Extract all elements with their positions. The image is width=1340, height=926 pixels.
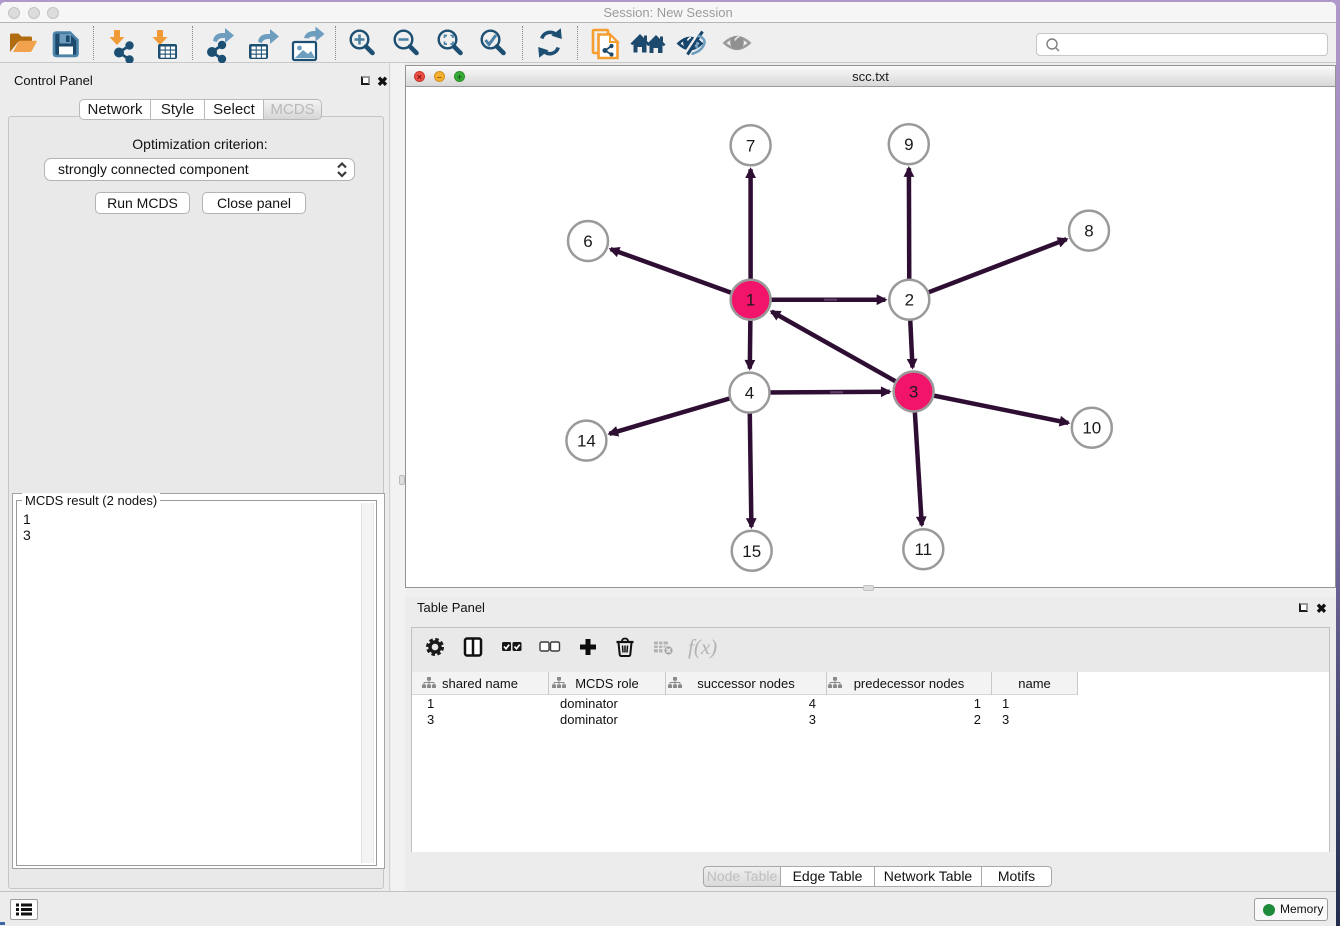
svg-text:7: 7 (746, 136, 755, 155)
svg-text:10: 10 (1082, 419, 1101, 438)
svg-text:4: 4 (745, 384, 754, 403)
svg-text:15: 15 (742, 542, 761, 561)
svg-text:14: 14 (577, 432, 596, 451)
svg-text:f(x): f(x) (688, 635, 717, 659)
svg-text:2: 2 (905, 291, 914, 310)
svg-text:8: 8 (1084, 222, 1093, 241)
svg-text:1: 1 (746, 291, 755, 310)
svg-text:11: 11 (914, 540, 932, 559)
svg-text:9: 9 (904, 135, 913, 154)
svg-text:6: 6 (583, 232, 592, 251)
svg-text:3: 3 (909, 383, 918, 402)
